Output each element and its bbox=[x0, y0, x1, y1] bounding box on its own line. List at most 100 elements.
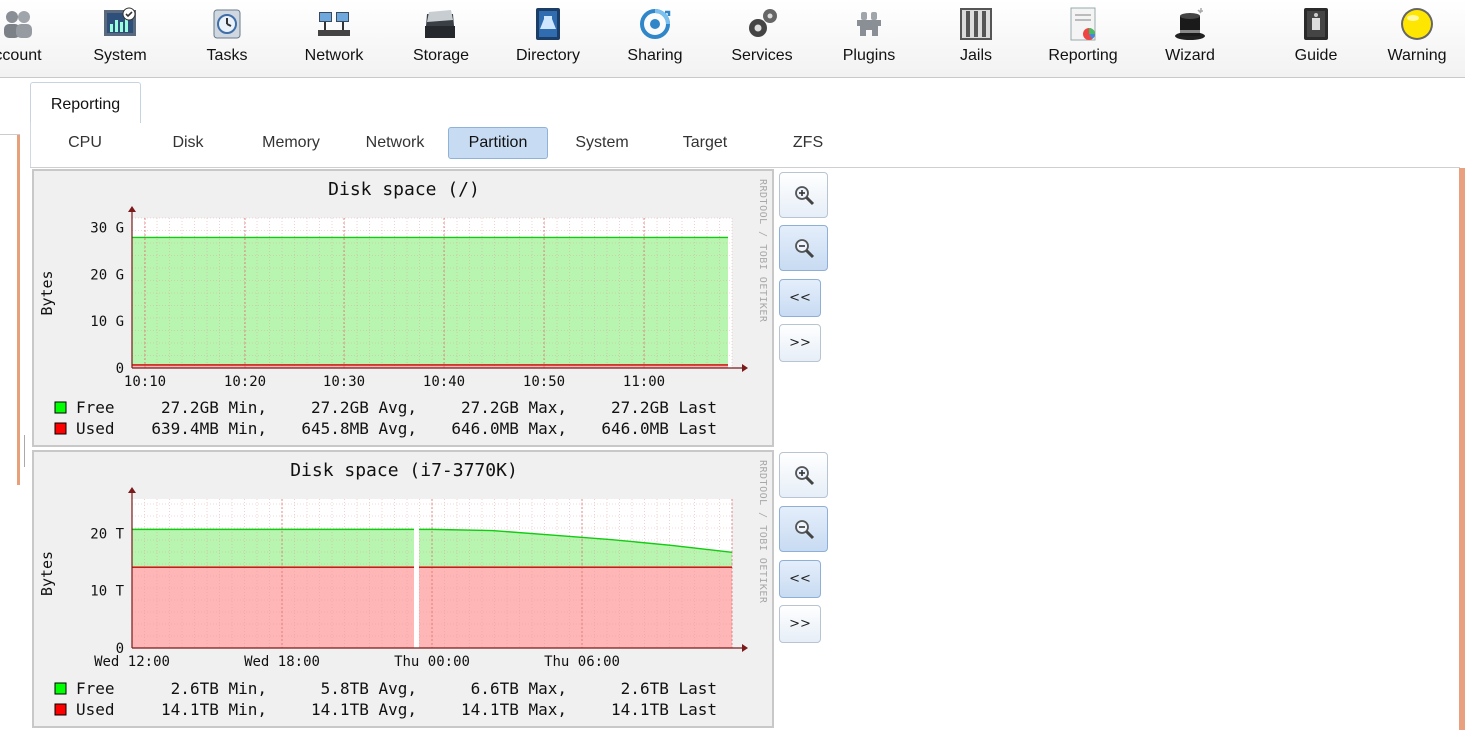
legend-avg: 5.8TB Avg, bbox=[321, 679, 417, 698]
toolbar-label: Directory bbox=[515, 47, 580, 64]
legend-min: 14.1TB Min, bbox=[161, 700, 267, 719]
y-axis-arrow bbox=[128, 206, 136, 212]
y-axis-label: Bytes bbox=[38, 270, 56, 315]
x-tick-label: 10:20 bbox=[224, 374, 266, 390]
toolbar-system-button[interactable]: System bbox=[72, 6, 168, 65]
zoom-out-icon bbox=[794, 239, 814, 259]
next-label: >> bbox=[789, 616, 811, 632]
toolbar-plugins-button[interactable]: Plugins bbox=[821, 6, 917, 65]
toolbar-services-button[interactable]: Services bbox=[714, 6, 810, 65]
graph2-prev-button[interactable]: << bbox=[779, 560, 821, 598]
y-tick-label: 20 G bbox=[90, 267, 124, 283]
subtab-disk[interactable]: Disk bbox=[138, 127, 238, 159]
next-label: >> bbox=[789, 335, 811, 351]
rrdtool-watermark: RRDTOOL / TOBI OETIKER bbox=[757, 460, 768, 604]
guide-icon bbox=[1304, 8, 1328, 40]
system-icon bbox=[104, 7, 136, 36]
legend-last: 27.2GB Last bbox=[611, 398, 717, 417]
toolbar-label: Tasks bbox=[206, 47, 248, 64]
tab-area-border bbox=[30, 122, 31, 168]
x-tick-label: 11:00 bbox=[623, 374, 665, 390]
tasks-icon bbox=[213, 9, 241, 39]
graph1-zoom-out-button[interactable] bbox=[779, 225, 828, 271]
warning-icon bbox=[1401, 8, 1433, 40]
subtab-zfs[interactable]: ZFS bbox=[758, 127, 858, 159]
free-area bbox=[132, 237, 728, 365]
toolbar-directory-button[interactable]: Directory bbox=[500, 6, 596, 65]
legend-min: 2.6TB Min, bbox=[171, 679, 267, 698]
toolbar-guide-button[interactable]: Guide bbox=[1268, 6, 1364, 65]
toolbar-label: Jails bbox=[959, 47, 992, 64]
toolbar-label: Warning bbox=[1387, 47, 1447, 64]
legend-swatch-used bbox=[54, 703, 67, 716]
y-tick-label: 0 bbox=[116, 361, 124, 377]
top-toolbar: ccount System Tasks Network Storage Directory… bbox=[0, 0, 1465, 78]
legend-series-name: Free bbox=[76, 679, 115, 698]
graph-disk-space-root: Disk space (/) Bytes 0 10 G 20 G 30 G 10:10 10:… bbox=[32, 169, 774, 447]
reporting-icon bbox=[1070, 7, 1096, 41]
prev-label: << bbox=[789, 571, 811, 587]
zoom-in-icon bbox=[794, 466, 814, 486]
x-axis-arrow bbox=[742, 364, 748, 372]
x-tick-label: Thu 06:00 bbox=[544, 654, 620, 670]
chart-title: Disk space (i7-3770K) bbox=[290, 460, 518, 481]
legend-avg: 14.1TB Avg, bbox=[311, 700, 417, 719]
graph2-zoom-in-button[interactable] bbox=[779, 452, 828, 498]
subtab-network[interactable]: Network bbox=[345, 127, 445, 159]
services-icon bbox=[749, 9, 777, 37]
toolbar-label: Guide bbox=[1294, 47, 1338, 64]
legend-min: 639.4MB Min, bbox=[151, 419, 267, 438]
graph1-prev-button[interactable]: << bbox=[779, 279, 821, 317]
chart-title: Disk space (/) bbox=[328, 179, 480, 200]
legend-last: 2.6TB Last bbox=[621, 679, 717, 698]
x-axis-arrow bbox=[742, 644, 748, 652]
left-panel-splitter[interactable] bbox=[24, 435, 25, 467]
legend-last: 14.1TB Last bbox=[611, 700, 717, 719]
toolbar-tasks-button[interactable]: Tasks bbox=[179, 6, 275, 65]
right-scroll-accent bbox=[1459, 168, 1465, 730]
graph2-next-button[interactable]: >> bbox=[779, 605, 821, 643]
graph1-next-button[interactable]: >> bbox=[779, 324, 821, 362]
rrdtool-watermark: RRDTOOL / TOBI OETIKER bbox=[757, 179, 768, 323]
toolbar-warning-button[interactable]: Warning bbox=[1369, 6, 1465, 65]
sharing-icon bbox=[640, 9, 671, 39]
legend-avg: 645.8MB Avg, bbox=[301, 419, 417, 438]
storage-icon bbox=[425, 10, 455, 38]
toolbar-jails-button[interactable]: Jails bbox=[928, 6, 1024, 65]
legend-max: 646.0MB Max, bbox=[451, 419, 567, 438]
toolbar-storage-button[interactable]: Storage bbox=[393, 6, 489, 65]
subtab-system[interactable]: System bbox=[552, 127, 652, 159]
subtab-target[interactable]: Target bbox=[655, 127, 755, 159]
subtab-memory[interactable]: Memory bbox=[241, 127, 341, 159]
tab-reporting[interactable]: Reporting bbox=[30, 82, 141, 123]
toolbar-sharing-button[interactable]: Sharing bbox=[607, 6, 703, 65]
legend-last: 646.0MB Last bbox=[601, 419, 717, 438]
left-panel-accent bbox=[17, 135, 20, 485]
directory-icon bbox=[536, 8, 560, 40]
subtab-partition[interactable]: Partition bbox=[448, 127, 548, 159]
toolbar-label: ccount bbox=[0, 47, 42, 64]
x-tick-label: Wed 18:00 bbox=[244, 654, 320, 670]
x-tick-label: 10:30 bbox=[323, 374, 365, 390]
x-tick-label: Thu 00:00 bbox=[394, 654, 470, 670]
legend-max: 14.1TB Max, bbox=[461, 700, 567, 719]
y-tick-label: 20 T bbox=[90, 526, 124, 542]
x-tick-label: 10:50 bbox=[523, 374, 565, 390]
legend-series-name: Used bbox=[76, 700, 115, 719]
subtab-cpu[interactable]: CPU bbox=[35, 127, 135, 159]
graph1-zoom-in-button[interactable] bbox=[779, 172, 828, 218]
toolbar-label: Sharing bbox=[627, 47, 683, 64]
legend-avg: 27.2GB Avg, bbox=[311, 398, 417, 417]
plugins-icon bbox=[857, 12, 881, 36]
legend-max: 6.6TB Max, bbox=[471, 679, 567, 698]
data-gap bbox=[414, 519, 419, 648]
toolbar-wizard-button[interactable]: Wizard bbox=[1142, 6, 1238, 65]
y-axis-label: Bytes bbox=[38, 551, 56, 596]
graph2-zoom-out-button[interactable] bbox=[779, 506, 828, 552]
toolbar-reporting-button[interactable]: Reporting bbox=[1035, 6, 1131, 65]
toolbar-account-button[interactable]: ccount bbox=[0, 6, 66, 65]
toolbar-label: System bbox=[93, 47, 147, 64]
zoom-out-icon bbox=[794, 520, 814, 540]
disk-space-pool-chart: Disk space (i7-3770K)Bytes010 T20 TWed 1… bbox=[38, 460, 768, 719]
toolbar-network-button[interactable]: Network bbox=[286, 6, 382, 65]
